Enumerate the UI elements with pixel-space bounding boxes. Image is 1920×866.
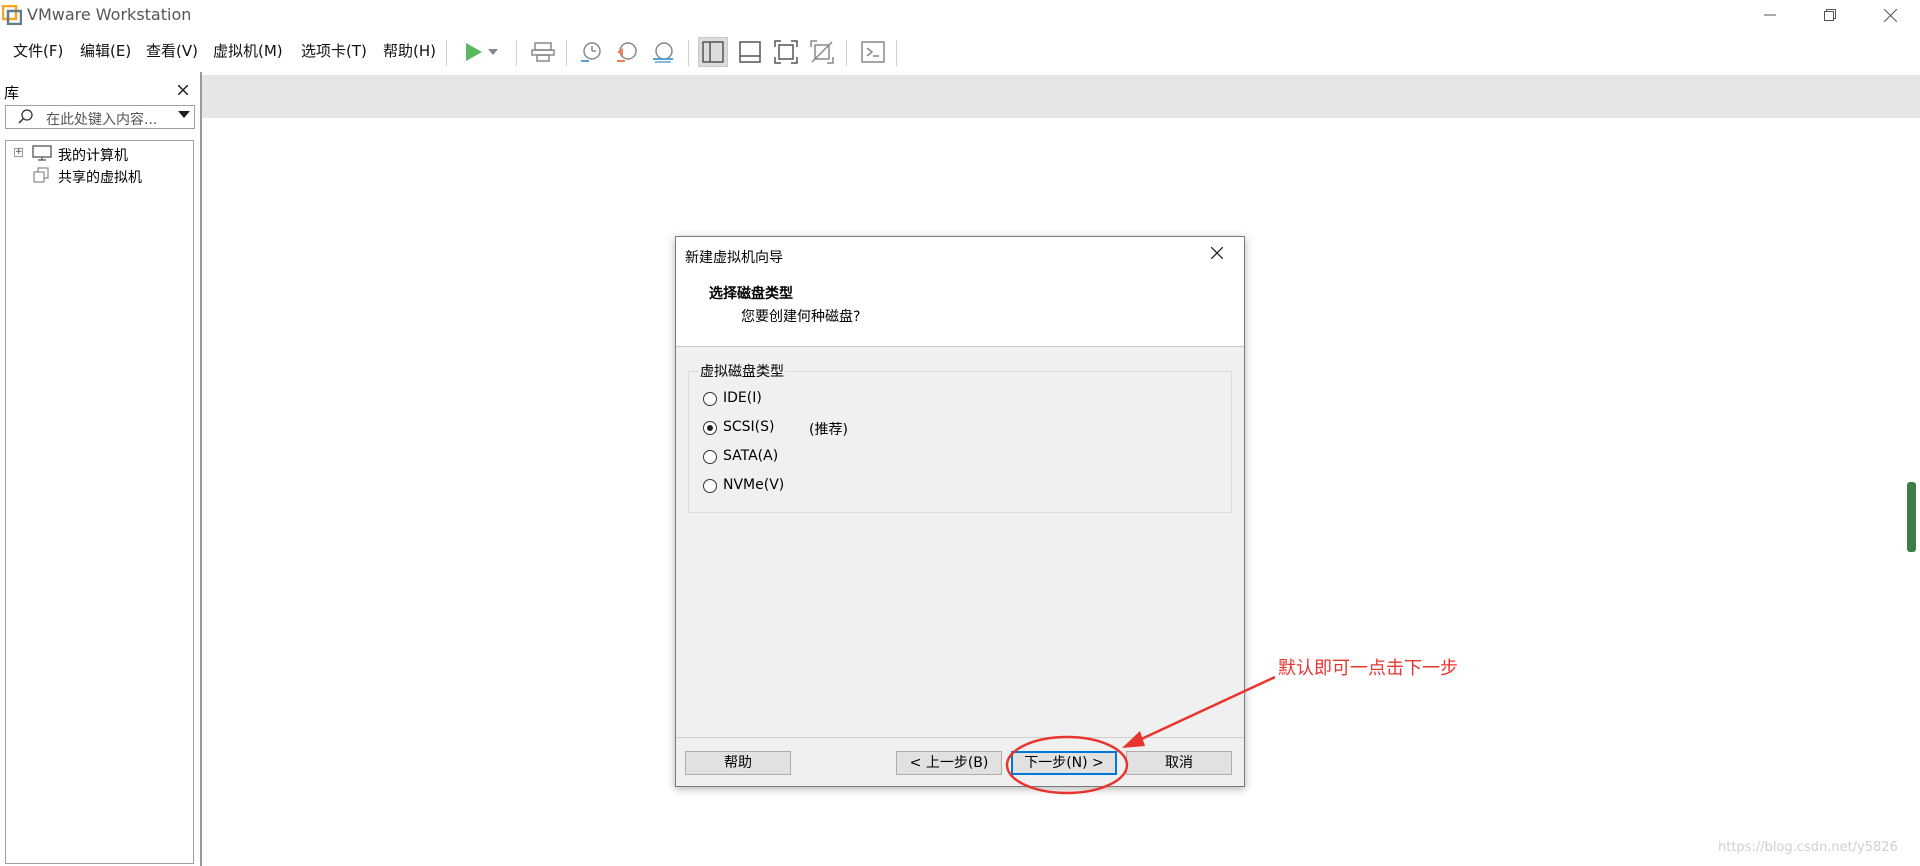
watermark: https://blog.csdn.net/y5826 (1718, 840, 1898, 855)
annotation-arrow-head (1122, 731, 1145, 748)
annotation-overlay (1005, 675, 1276, 795)
highlight-ellipse (1005, 735, 1129, 795)
annotation-text: 默认即可一点击下一步 (1278, 658, 1458, 679)
annotation-arrow-line (1134, 675, 1276, 744)
